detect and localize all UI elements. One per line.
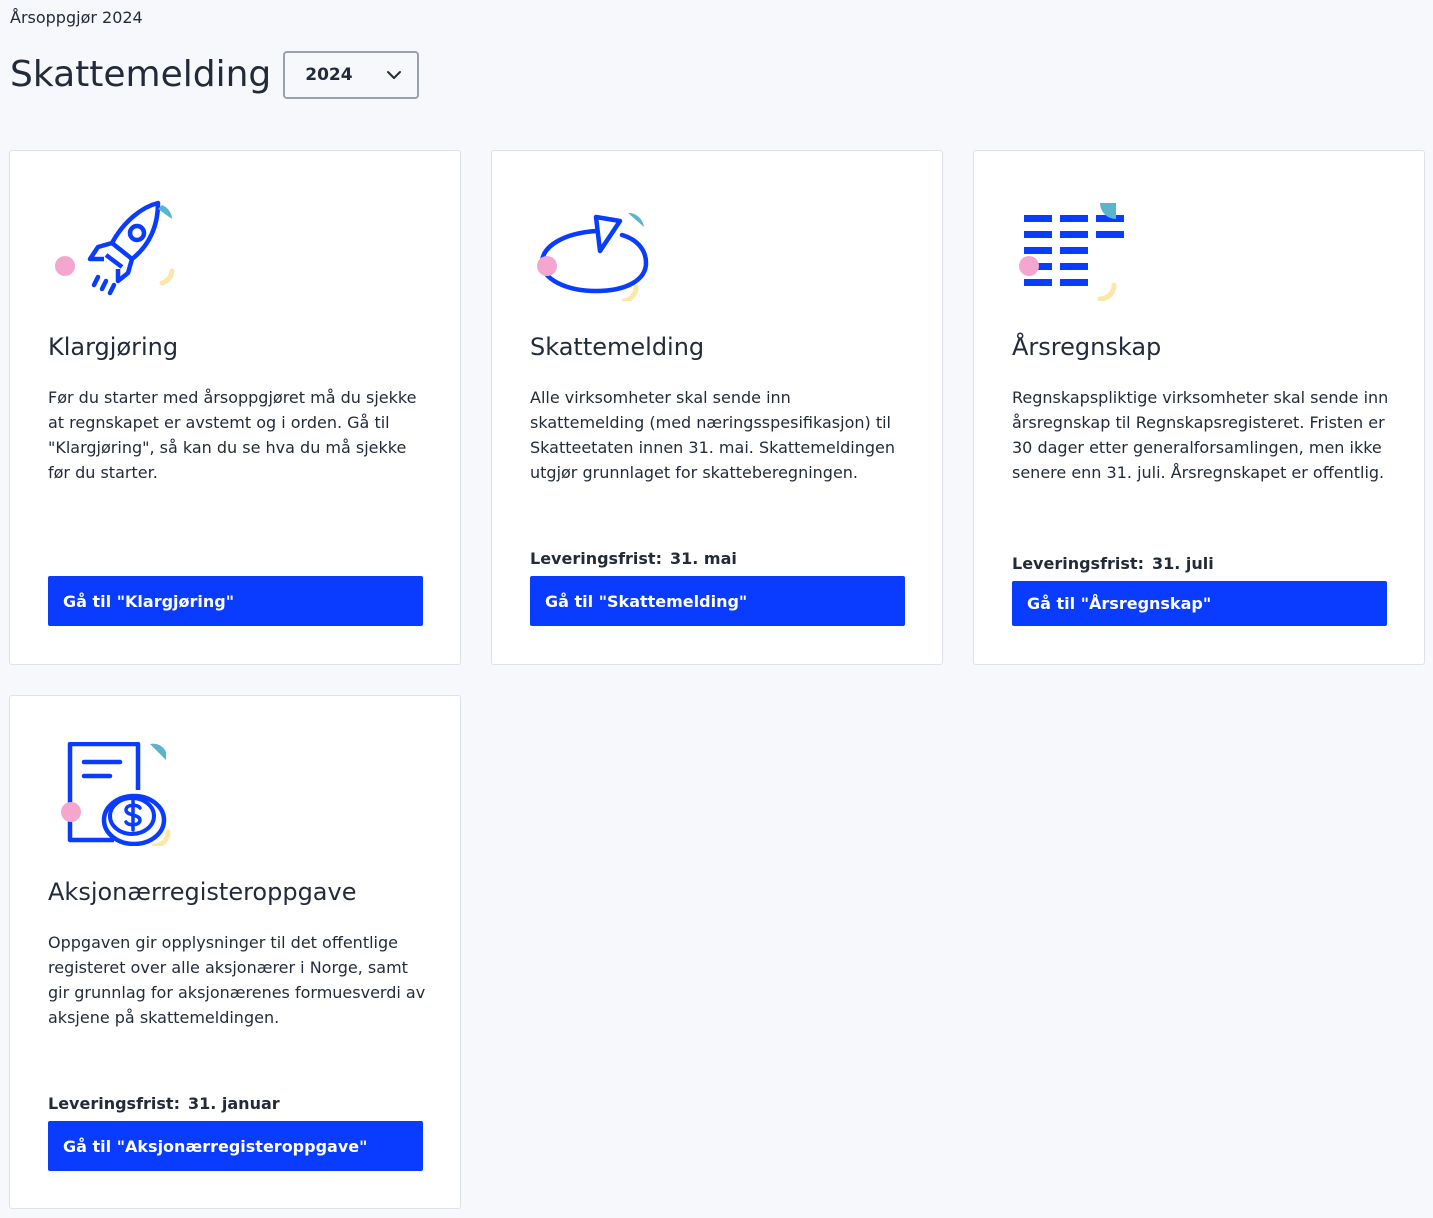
deadline: Leveringsfrist: 31. januar	[48, 1094, 280, 1113]
year-select-value: 2024	[305, 65, 353, 85]
card-description: Regnskapspliktige virksomheter skal send…	[1012, 388, 1389, 482]
go-to-klargjoring-button[interactable]: Gå til "Klargjøring"	[48, 576, 423, 626]
deadline-label: Leveringsfrist:	[1012, 554, 1144, 573]
breadcrumb: Årsoppgjør 2024	[10, 8, 143, 27]
rocket-icon	[55, 200, 175, 296]
card-title: Klargjøring	[48, 333, 179, 361]
card-title: Skattemelding	[530, 333, 705, 361]
card-skattemelding: Skattemelding Alle virksomheter skal sen…	[491, 150, 943, 665]
chevron-down-icon	[387, 71, 402, 79]
deadline: Leveringsfrist: 31. juli	[1012, 554, 1214, 573]
deadline-value: 31. mai	[669, 549, 737, 568]
deadline-value: 31. januar	[187, 1094, 280, 1113]
document-coin-icon	[61, 742, 171, 846]
pie-chart-icon	[537, 213, 649, 301]
card-title: Aksjonærregisteroppgave	[48, 878, 357, 906]
card-description: Oppgaven gir opplysninger til det offent…	[48, 933, 426, 1027]
deadline-value: 31. juli	[1151, 554, 1214, 573]
title-row: Skattemelding 2024	[10, 50, 420, 100]
year-select[interactable]: 2024	[283, 51, 420, 99]
page-title: Skattemelding	[10, 54, 272, 95]
card-aksjonaerregisteroppgave: Aksjonærregisteroppgave Oppgaven gir opp…	[9, 695, 461, 1209]
card-description: Før du starter med årsoppgjøret må du sj…	[48, 388, 417, 482]
deadline: Leveringsfrist: 31. mai	[530, 549, 737, 568]
go-to-aksjonaerregisteroppgave-button[interactable]: Gå til "Aksjonærregisteroppgave"	[48, 1121, 423, 1171]
go-to-skattemelding-button[interactable]: Gå til "Skattemelding"	[530, 576, 905, 626]
deadline-label: Leveringsfrist:	[530, 549, 662, 568]
deadline-label: Leveringsfrist:	[48, 1094, 180, 1113]
card-description: Alle virksomheter skal sende inn skattem…	[530, 388, 896, 482]
card-title: Årsregnskap	[1012, 333, 1162, 361]
card-klargjoring: Klargjøring Før du starter med årsoppgjø…	[9, 150, 461, 665]
go-to-arsregnskap-button[interactable]: Gå til "Årsregnskap"	[1012, 581, 1387, 626]
ledger-icon	[1019, 203, 1124, 301]
card-arsregnskap: Årsregnskap Regnskapspliktige virksomhet…	[973, 150, 1425, 665]
